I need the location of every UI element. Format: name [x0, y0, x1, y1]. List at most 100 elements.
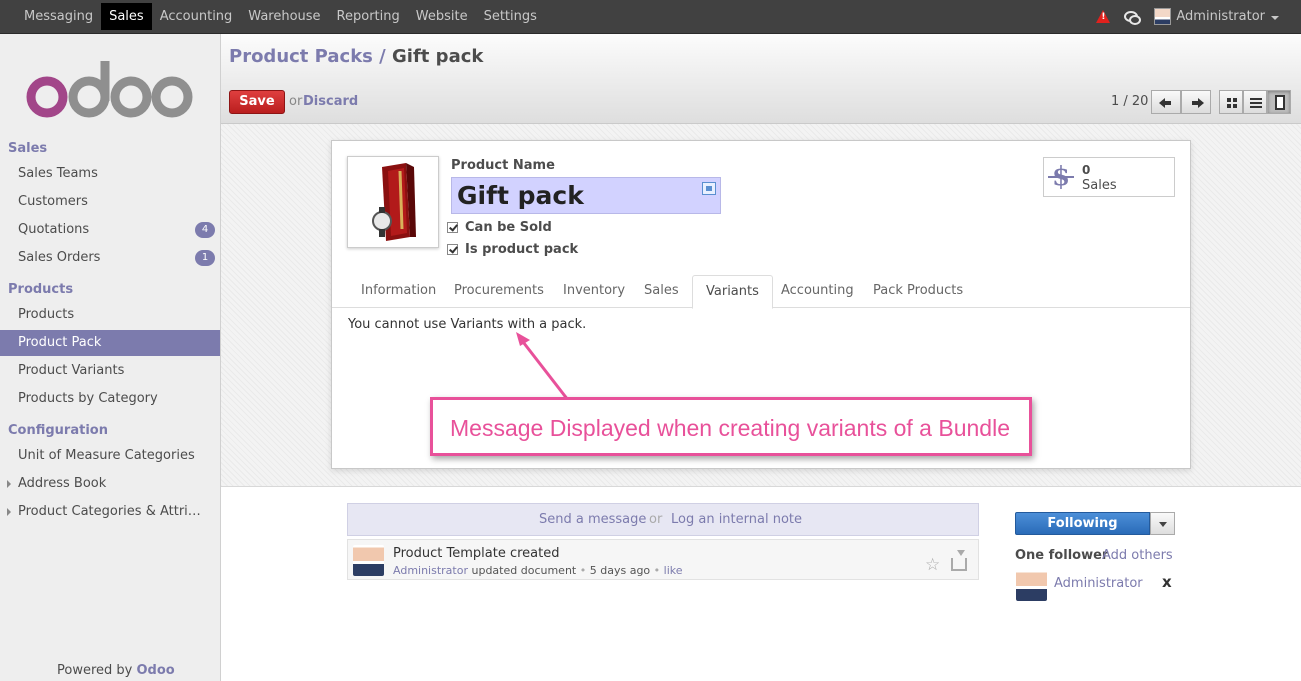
sidebar-item-products[interactable]: Products — [0, 302, 220, 328]
save-button[interactable]: Save — [229, 90, 285, 114]
can-be-sold-label: Can be Sold — [465, 220, 552, 235]
topbar-right: ! Administrator — [1096, 8, 1279, 25]
sidebar-item-label: Unit of Measure Categories — [18, 448, 195, 463]
star-icon[interactable]: ☆ — [925, 556, 940, 574]
warning-icon[interactable]: ! — [1096, 10, 1111, 23]
section-configuration: Configuration — [8, 423, 108, 438]
send-message-link[interactable]: Send a message — [539, 512, 646, 527]
product-name-value: Gift pack — [457, 181, 584, 210]
caret-right-icon — [7, 508, 11, 516]
sidebar-item-address-book[interactable]: Address Book — [0, 471, 220, 497]
annotation-arrow — [516, 332, 570, 401]
powered-by-text: Powered by — [57, 663, 133, 678]
message-action: updated document — [471, 564, 577, 577]
tab-inventory[interactable]: Inventory — [550, 275, 638, 308]
sidebar-item-quotations[interactable]: Quotations 4 — [0, 217, 220, 243]
pager-value[interactable]: 1 / 20 — [1111, 94, 1148, 109]
list-icon — [1250, 98, 1262, 108]
sidebar-item-label: Customers — [18, 194, 88, 209]
top-menu-bar: Messaging Sales Accounting Warehouse Rep… — [0, 0, 1301, 34]
arrow-left-icon — [1159, 98, 1171, 108]
menu-accounting[interactable]: Accounting — [152, 3, 241, 30]
sidebar-item-product-pack[interactable]: Product Pack — [0, 330, 220, 356]
sidebar-item-products-by-category[interactable]: Products by Category — [0, 386, 220, 412]
avatar[interactable] — [1016, 570, 1047, 601]
close-icon[interactable]: x — [1162, 573, 1172, 591]
product-image[interactable] — [347, 156, 439, 248]
menu-reporting[interactable]: Reporting — [329, 3, 408, 30]
following-dropdown-button[interactable] — [1150, 512, 1175, 535]
menu-website[interactable]: Website — [408, 3, 476, 30]
tab-pack-products[interactable]: Pack Products — [860, 275, 976, 308]
sidebar-item-label: Sales Teams — [18, 166, 98, 181]
menu-settings[interactable]: Settings — [476, 3, 545, 30]
sidebar-item-product-variants[interactable]: Product Variants — [0, 358, 220, 384]
section-sales: Sales — [8, 141, 48, 156]
translate-icon[interactable] — [702, 182, 716, 195]
form-icon — [1275, 95, 1285, 110]
count-badge: 1 — [195, 250, 215, 266]
chatter-composer: Send a message or Log an internal note — [347, 503, 979, 536]
kanban-view-button[interactable] — [1219, 90, 1243, 114]
is-product-pack-label: Is product pack — [465, 242, 579, 257]
discard-button[interactable]: Discard — [303, 94, 358, 109]
message-time: 5 days ago — [589, 564, 651, 577]
chatter-message: Product Template created Administrator u… — [347, 539, 979, 580]
tab-sales[interactable]: Sales — [631, 275, 692, 308]
breadcrumb-separator: / — [379, 46, 386, 67]
pager-previous-button[interactable] — [1151, 90, 1181, 114]
menu-warehouse[interactable]: Warehouse — [240, 3, 328, 30]
user-menu[interactable]: Administrator — [1176, 9, 1265, 24]
breadcrumb-parent[interactable]: Product Packs — [229, 46, 373, 67]
tab-variants[interactable]: Variants — [692, 275, 773, 309]
inbox-icon[interactable] — [951, 550, 967, 571]
can-be-sold-checkbox[interactable] — [447, 222, 458, 233]
sales-stat-button[interactable]: $ 0 Sales — [1043, 157, 1175, 197]
powered-by-link[interactable]: Odoo — [137, 663, 175, 678]
sales-count: 0 — [1082, 163, 1091, 177]
follower-name[interactable]: Administrator — [1054, 576, 1143, 591]
chevron-down-icon[interactable] — [1271, 15, 1279, 20]
follower-count: One follower — [1015, 548, 1109, 563]
dollar-icon: $ — [1047, 162, 1075, 192]
main-menu: Messaging Sales Accounting Warehouse Rep… — [16, 3, 545, 30]
sidebar-item-sales-teams[interactable]: Sales Teams — [0, 161, 220, 187]
product-name-field[interactable]: Gift pack — [451, 177, 721, 214]
control-panel: Product Packs / Gift pack Save or Discar… — [221, 34, 1301, 124]
following-button[interactable]: Following — [1015, 512, 1150, 535]
menu-messaging[interactable]: Messaging — [16, 3, 101, 30]
log-note-link[interactable]: Log an internal note — [671, 512, 802, 527]
add-followers-link[interactable]: Add others — [1102, 548, 1173, 563]
form-view-button[interactable] — [1267, 90, 1291, 114]
separator-dot: • — [579, 564, 587, 577]
menu-sales[interactable]: Sales — [101, 3, 152, 30]
annotation-callout: Message Displayed when creating variants… — [430, 397, 1032, 456]
user-avatar[interactable] — [1154, 8, 1172, 25]
sales-label: Sales — [1082, 178, 1117, 193]
warning-symbol: ! — [1101, 12, 1106, 22]
sidebar-item-customers[interactable]: Customers — [0, 189, 220, 215]
sidebar-item-sales-orders[interactable]: Sales Orders 1 — [0, 245, 220, 271]
sidebar-item-label: Quotations — [18, 222, 90, 237]
chat-icon[interactable] — [1124, 11, 1142, 25]
sidebar-item-product-categories[interactable]: Product Categories & Attri… — [0, 499, 220, 525]
sidebar-item-uom-categories[interactable]: Unit of Measure Categories — [0, 443, 220, 469]
count-badge: 4 — [195, 222, 215, 238]
pager-next-button[interactable] — [1181, 90, 1211, 114]
tab-accounting[interactable]: Accounting — [768, 275, 867, 308]
avatar[interactable] — [353, 545, 384, 576]
like-link[interactable]: like — [664, 564, 683, 577]
sidebar-item-label: Product Variants — [18, 363, 125, 378]
product-name-label: Product Name — [451, 158, 555, 173]
breadcrumb: Product Packs / Gift pack — [229, 46, 483, 67]
tab-procurements[interactable]: Procurements — [441, 275, 557, 308]
message-author[interactable]: Administrator — [393, 564, 468, 577]
odoo-logo[interactable]: odoo — [26, 61, 194, 119]
annotation-text: Message Displayed when creating variants… — [450, 415, 1010, 441]
kanban-icon — [1227, 98, 1237, 108]
section-products: Products — [8, 282, 74, 297]
tab-information[interactable]: Information — [348, 275, 449, 308]
list-view-button[interactable] — [1243, 90, 1267, 114]
is-product-pack-checkbox[interactable] — [447, 244, 458, 255]
message-meta: Administrator updated document • 5 days … — [393, 564, 683, 577]
